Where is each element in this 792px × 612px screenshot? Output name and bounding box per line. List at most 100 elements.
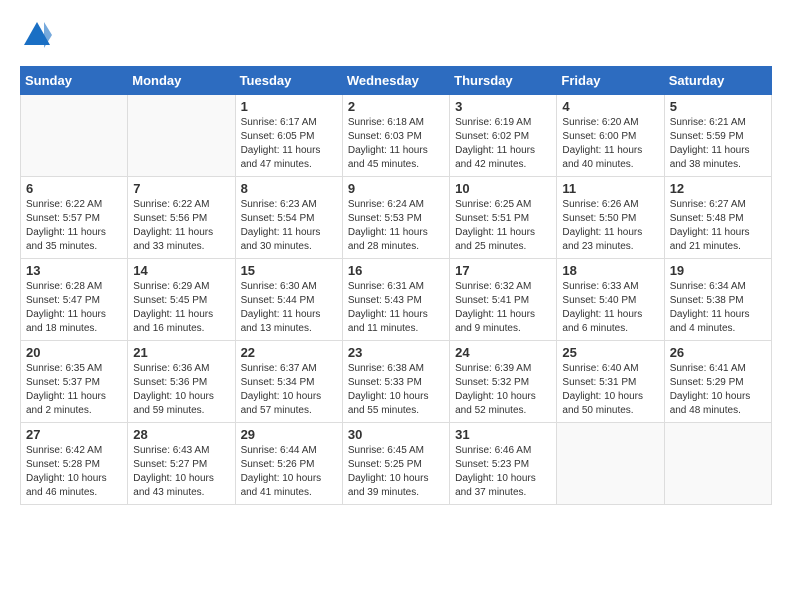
calendar-cell: 28Sunrise: 6:43 AMSunset: 5:27 PMDayligh… [128,422,235,504]
calendar-cell: 18Sunrise: 6:33 AMSunset: 5:40 PMDayligh… [557,258,664,340]
weekday-header: Monday [128,66,235,94]
day-number: 30 [348,427,444,442]
day-number: 10 [455,181,551,196]
weekday-header: Wednesday [342,66,449,94]
day-number: 18 [562,263,658,278]
logo-icon [22,20,52,50]
day-number: 12 [670,181,766,196]
day-info: Sunrise: 6:22 AMSunset: 5:57 PMDaylight:… [26,198,122,254]
calendar-cell: 20 Sunrise: 6:35 AMSunset: 5:37 PMDayligh… [21,340,128,422]
calendar-cell: 9 Sunrise: 6:24 AMSunset: 5:53 PMDaylight… [342,176,449,258]
day-number: 22 [241,345,337,360]
calendar-week-row: 1 Sunrise: 6:17 AMSunset: 6:05 PMDaylight… [21,94,772,176]
day-info: Sunrise: 6:28 AMSunset: 5:47 PMDaylight:… [26,280,122,336]
calendar-cell: 7Sunrise: 6:22 AMSunset: 5:56 PMDaylight… [128,176,235,258]
calendar-cell [557,422,664,504]
day-number: 14 [133,263,229,278]
calendar-cell: 25 Sunrise: 6:40 AMSunset: 5:31 PMDayligh… [557,340,664,422]
day-info: Sunrise: 6:29 AMSunset: 5:45 PMDaylight:… [133,280,229,336]
calendar-cell: 22Sunrise: 6:37 AMSunset: 5:34 PMDayligh… [235,340,342,422]
calendar-cell [21,94,128,176]
calendar-cell: 27 Sunrise: 6:42 AMSunset: 5:28 PMDayligh… [21,422,128,504]
weekday-header: Tuesday [235,66,342,94]
day-number: 17 [455,263,551,278]
day-number: 26 [670,345,766,360]
calendar-cell: 2 Sunrise: 6:18 AMSunset: 6:03 PMDaylight… [342,94,449,176]
day-info: Sunrise: 6:35 AMSunset: 5:37 PMDaylight:… [26,362,122,418]
calendar-header-row: SundayMondayTuesdayWednesdayThursdayFrid… [21,66,772,94]
calendar-cell: 5 Sunrise: 6:21 AMSunset: 5:59 PMDaylight… [664,94,771,176]
day-info: Sunrise: 6:42 AMSunset: 5:28 PMDaylight:… [26,444,122,500]
day-info: Sunrise: 6:30 AMSunset: 5:44 PMDaylight:… [241,280,337,336]
day-number: 28 [133,427,229,442]
day-number: 21 [133,345,229,360]
calendar-cell: 31 Sunrise: 6:46 AMSunset: 5:23 PMDayligh… [450,422,557,504]
weekday-header: Thursday [450,66,557,94]
day-info: Sunrise: 6:17 AMSunset: 6:05 PMDaylight:… [241,116,337,172]
day-number: 20 [26,345,122,360]
calendar-cell: 4 Sunrise: 6:20 AMSunset: 6:00 PMDaylight… [557,94,664,176]
day-number: 29 [241,427,337,442]
day-number: 9 [348,181,444,196]
day-number: 25 [562,345,658,360]
day-number: 11 [562,181,658,196]
calendar-cell [128,94,235,176]
calendar-cell: 16Sunrise: 6:31 AMSunset: 5:43 PMDayligh… [342,258,449,340]
day-info: Sunrise: 6:20 AMSunset: 6:00 PMDaylight:… [562,116,658,172]
day-number: 1 [241,99,337,114]
day-info: Sunrise: 6:40 AMSunset: 5:31 PMDaylight:… [562,362,658,418]
day-number: 19 [670,263,766,278]
calendar-cell: 11Sunrise: 6:26 AMSunset: 5:50 PMDayligh… [557,176,664,258]
calendar-week-row: 27 Sunrise: 6:42 AMSunset: 5:28 PMDayligh… [21,422,772,504]
day-info: Sunrise: 6:22 AMSunset: 5:56 PMDaylight:… [133,198,229,254]
calendar-table: SundayMondayTuesdayWednesdayThursdayFrid… [20,66,772,505]
calendar-cell: 1 Sunrise: 6:17 AMSunset: 6:05 PMDaylight… [235,94,342,176]
day-number: 2 [348,99,444,114]
day-info: Sunrise: 6:25 AMSunset: 5:51 PMDaylight:… [455,198,551,254]
day-number: 15 [241,263,337,278]
weekday-header: Sunday [21,66,128,94]
calendar-cell: 19 Sunrise: 6:34 AMSunset: 5:38 PMDayligh… [664,258,771,340]
calendar-cell: 3 Sunrise: 6:19 AMSunset: 6:02 PMDaylight… [450,94,557,176]
day-info: Sunrise: 6:27 AMSunset: 5:48 PMDaylight:… [670,198,766,254]
day-number: 8 [241,181,337,196]
calendar-week-row: 6Sunrise: 6:22 AMSunset: 5:57 PMDaylight… [21,176,772,258]
calendar-cell: 8 Sunrise: 6:23 AMSunset: 5:54 PMDaylight… [235,176,342,258]
day-info: Sunrise: 6:18 AMSunset: 6:03 PMDaylight:… [348,116,444,172]
calendar-cell: 12 Sunrise: 6:27 AMSunset: 5:48 PMDayligh… [664,176,771,258]
weekday-header: Saturday [664,66,771,94]
day-info: Sunrise: 6:38 AMSunset: 5:33 PMDaylight:… [348,362,444,418]
calendar-cell: 30 Sunrise: 6:45 AMSunset: 5:25 PMDayligh… [342,422,449,504]
calendar-cell: 14 Sunrise: 6:29 AMSunset: 5:45 PMDayligh… [128,258,235,340]
calendar-cell: 21Sunrise: 6:36 AMSunset: 5:36 PMDayligh… [128,340,235,422]
day-info: Sunrise: 6:23 AMSunset: 5:54 PMDaylight:… [241,198,337,254]
calendar-cell: 15 Sunrise: 6:30 AMSunset: 5:44 PMDayligh… [235,258,342,340]
day-info: Sunrise: 6:34 AMSunset: 5:38 PMDaylight:… [670,280,766,336]
day-number: 31 [455,427,551,442]
day-info: Sunrise: 6:19 AMSunset: 6:02 PMDaylight:… [455,116,551,172]
calendar-cell: 24Sunrise: 6:39 AMSunset: 5:32 PMDayligh… [450,340,557,422]
calendar-week-row: 13 Sunrise: 6:28 AMSunset: 5:47 PMDayligh… [21,258,772,340]
day-info: Sunrise: 6:46 AMSunset: 5:23 PMDaylight:… [455,444,551,500]
weekday-header: Friday [557,66,664,94]
calendar-cell: 10 Sunrise: 6:25 AMSunset: 5:51 PMDayligh… [450,176,557,258]
calendar-cell: 13 Sunrise: 6:28 AMSunset: 5:47 PMDayligh… [21,258,128,340]
day-number: 5 [670,99,766,114]
day-number: 16 [348,263,444,278]
day-number: 3 [455,99,551,114]
day-number: 4 [562,99,658,114]
calendar-cell [664,422,771,504]
page-header [20,20,772,56]
day-info: Sunrise: 6:24 AMSunset: 5:53 PMDaylight:… [348,198,444,254]
logo [20,20,52,56]
day-number: 13 [26,263,122,278]
calendar-cell: 6Sunrise: 6:22 AMSunset: 5:57 PMDaylight… [21,176,128,258]
day-info: Sunrise: 6:45 AMSunset: 5:25 PMDaylight:… [348,444,444,500]
calendar-cell: 17Sunrise: 6:32 AMSunset: 5:41 PMDayligh… [450,258,557,340]
day-info: Sunrise: 6:44 AMSunset: 5:26 PMDaylight:… [241,444,337,500]
day-info: Sunrise: 6:39 AMSunset: 5:32 PMDaylight:… [455,362,551,418]
day-number: 27 [26,427,122,442]
day-info: Sunrise: 6:21 AMSunset: 5:59 PMDaylight:… [670,116,766,172]
calendar-cell: 26Sunrise: 6:41 AMSunset: 5:29 PMDayligh… [664,340,771,422]
calendar-cell: 29 Sunrise: 6:44 AMSunset: 5:26 PMDayligh… [235,422,342,504]
